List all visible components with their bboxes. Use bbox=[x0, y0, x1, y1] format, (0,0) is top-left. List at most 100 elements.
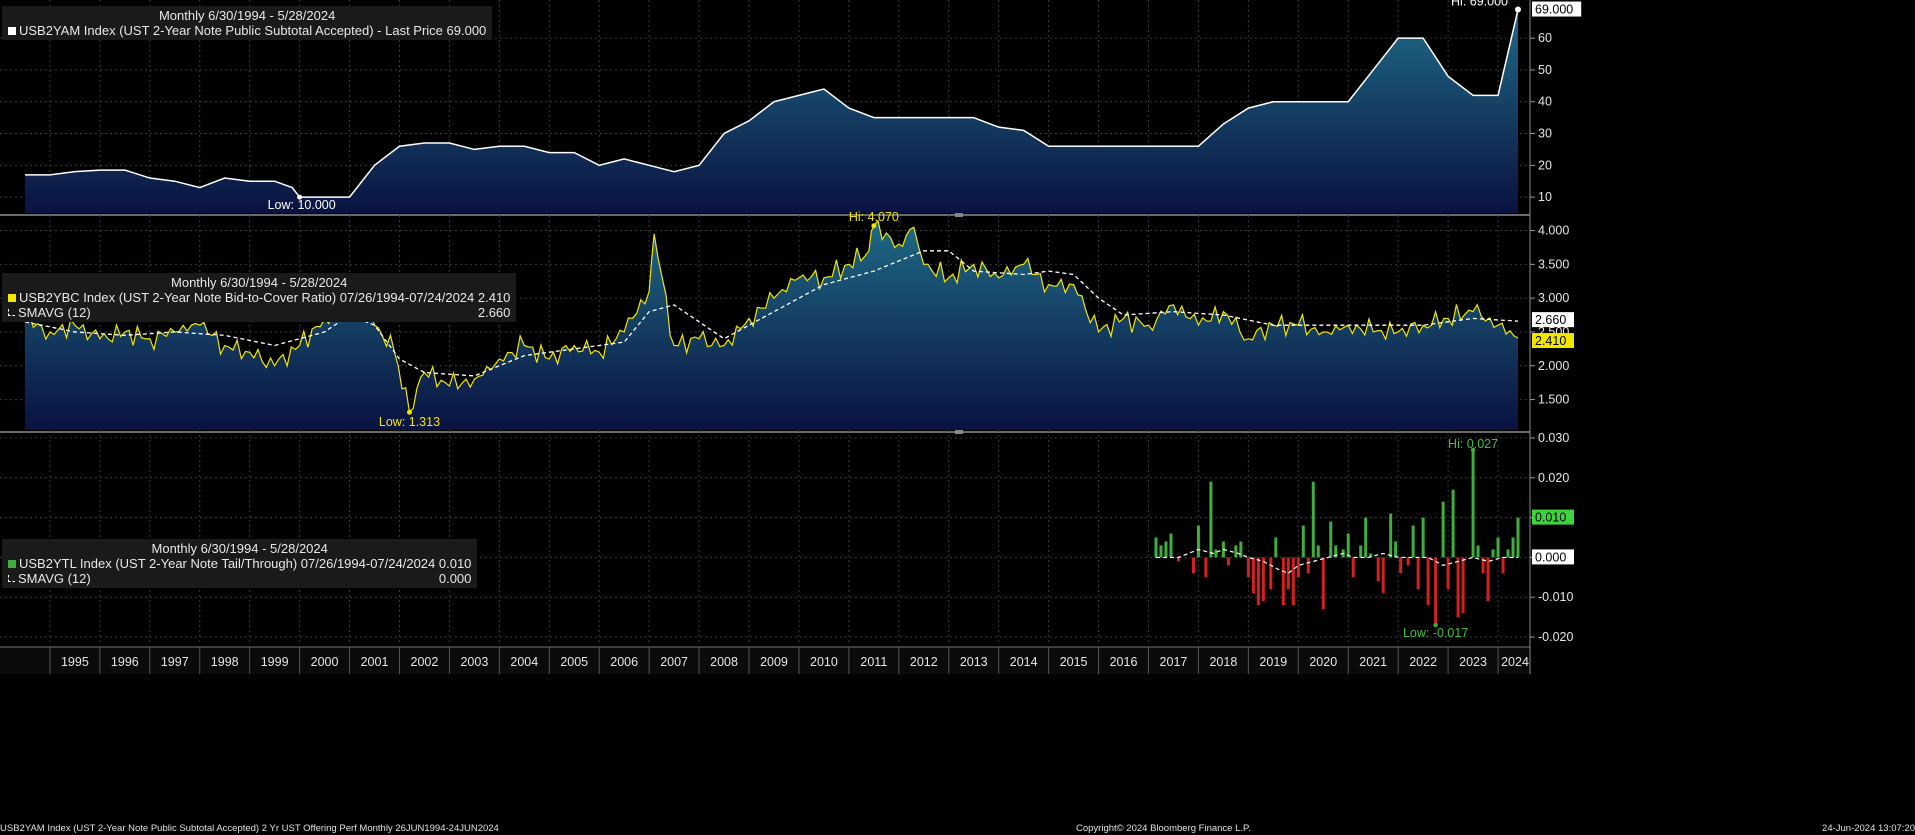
tail-bar bbox=[1321, 557, 1325, 610]
tail-bar bbox=[1461, 557, 1465, 614]
x-tick-label: 2011 bbox=[860, 655, 887, 669]
x-tick-label: 2010 bbox=[810, 655, 838, 669]
tail-bar bbox=[1251, 557, 1255, 594]
tail-bar bbox=[1364, 517, 1368, 558]
panel3-sma-value: 0.000 bbox=[438, 571, 472, 586]
tail-bar bbox=[1476, 545, 1480, 558]
tail-bar bbox=[1274, 537, 1278, 558]
tail-bar bbox=[1316, 545, 1320, 558]
tail-bar bbox=[1376, 557, 1380, 582]
tail-bar bbox=[1261, 557, 1265, 602]
y-tick-label: 30 bbox=[1538, 127, 1552, 141]
tail-bar bbox=[1446, 557, 1450, 590]
x-tick-label: 2017 bbox=[1160, 655, 1188, 669]
tail-bar bbox=[1451, 489, 1455, 558]
tail-bar bbox=[1406, 557, 1410, 566]
tail-bar bbox=[1421, 517, 1425, 558]
tail-bar bbox=[1301, 525, 1305, 558]
white-series-swatch bbox=[8, 26, 16, 35]
low-marker bbox=[406, 409, 412, 415]
tail-bar bbox=[1281, 557, 1285, 606]
x-tick-label: 2012 bbox=[910, 655, 938, 669]
x-tick-label: 2023 bbox=[1459, 655, 1487, 669]
tail-bar bbox=[1511, 537, 1515, 558]
tail-bar bbox=[1209, 481, 1213, 558]
panel2-hi-label: Hi: 4.070 bbox=[849, 210, 899, 224]
tail-bar bbox=[1486, 557, 1490, 602]
tail-bar bbox=[1351, 557, 1355, 578]
tail-bar bbox=[1169, 533, 1173, 558]
tail-bar bbox=[1306, 557, 1310, 574]
x-tick-label: 1997 bbox=[161, 655, 189, 669]
panel3-last-badge: 0.010 bbox=[1535, 511, 1566, 525]
x-tick-label: 2018 bbox=[1209, 655, 1237, 669]
x-tick-label: 2013 bbox=[960, 655, 988, 669]
tail-bar bbox=[1256, 557, 1260, 606]
x-tick-label: 2021 bbox=[1359, 655, 1387, 669]
tail-bar bbox=[1501, 557, 1505, 574]
panel2-series-label: USB2YBC Index (UST 2-Year Note Bid-to-Co… bbox=[19, 290, 511, 305]
tail-bar bbox=[1516, 517, 1520, 558]
tail-bar bbox=[1234, 545, 1238, 558]
tail-bar bbox=[1164, 541, 1168, 558]
tail-bar bbox=[1426, 557, 1430, 606]
panel3-sma-label: SMAVG (12) bbox=[18, 571, 91, 586]
tail-bar bbox=[1411, 525, 1415, 558]
y-tick-label: 10 bbox=[1538, 190, 1552, 204]
panel1-legend: Monthly 6/30/1994 - 5/28/2024 USB2YAM In… bbox=[2, 6, 493, 40]
panel3-title: Monthly 6/30/1994 - 5/28/2024 bbox=[151, 541, 328, 556]
x-tick-label: 2016 bbox=[1110, 655, 1138, 669]
sma-swatch bbox=[8, 575, 15, 582]
y-tick-label: -0.010 bbox=[1538, 590, 1573, 604]
y-tick-label: 50 bbox=[1538, 63, 1552, 77]
tail-bar bbox=[1359, 545, 1363, 558]
tail-bar bbox=[1269, 557, 1273, 590]
y-tick-label: 0.020 bbox=[1538, 471, 1569, 485]
panel3-low-label: Low: -0.017 bbox=[1403, 626, 1468, 640]
y-tick-label: 60 bbox=[1538, 31, 1552, 45]
x-tick-label: 2022 bbox=[1409, 655, 1437, 669]
x-tick-label: 2024 bbox=[1501, 655, 1529, 669]
tail-bar bbox=[1239, 541, 1243, 558]
separator-handle bbox=[955, 430, 963, 434]
panel2-title: Monthly 6/30/1994 - 5/28/2024 bbox=[171, 275, 348, 290]
separator-handle bbox=[955, 213, 963, 217]
tail-bar bbox=[1226, 557, 1230, 566]
tail-bar bbox=[1191, 557, 1195, 574]
panel1-title: Monthly 6/30/1994 - 5/28/2024 bbox=[158, 8, 336, 23]
footer-left: USB2YAM Index (UST 2-Year Note Public Su… bbox=[0, 823, 499, 834]
x-tick-label: 2007 bbox=[660, 655, 688, 669]
y-tick-label: 40 bbox=[1538, 95, 1552, 109]
x-tick-label: 2002 bbox=[411, 655, 439, 669]
tail-bar bbox=[1286, 557, 1290, 590]
tail-bar bbox=[1394, 541, 1398, 558]
tail-bar bbox=[1491, 549, 1495, 558]
tail-bar bbox=[1399, 557, 1403, 574]
bloomberg-chart: 1995 1996 1997 1998 1999 2000 2001 2002 2003 2004… bbox=[0, 0, 1915, 835]
x-tick-label: 1996 bbox=[111, 655, 139, 669]
y-tick-label: 4.000 bbox=[1538, 224, 1569, 238]
tail-bar bbox=[1434, 557, 1438, 626]
x-tick-label: 2004 bbox=[510, 655, 538, 669]
x-tick-label: 2019 bbox=[1259, 655, 1287, 669]
tail-bar bbox=[1246, 557, 1250, 578]
sma-swatch bbox=[8, 309, 15, 316]
tail-bar bbox=[1416, 557, 1420, 590]
tail-bar bbox=[1214, 549, 1218, 558]
tail-bar bbox=[1159, 545, 1163, 558]
y-tick-label: 3.000 bbox=[1538, 291, 1569, 305]
hi-marker bbox=[1515, 6, 1522, 13]
panel1-last-badge: 69.000 bbox=[1535, 3, 1573, 17]
x-tick-label: 1995 bbox=[61, 655, 89, 669]
x-tick-label: 2014 bbox=[1010, 655, 1038, 669]
tail-bar bbox=[1441, 501, 1445, 558]
panel2-sma-value: 2.660 bbox=[477, 305, 511, 320]
y-tick-label: 1.500 bbox=[1538, 393, 1569, 407]
x-tick-label: 2015 bbox=[1060, 655, 1088, 669]
x-tick-label: 2020 bbox=[1309, 655, 1337, 669]
tail-bar bbox=[1471, 449, 1475, 558]
x-tick-label: 1998 bbox=[211, 655, 239, 669]
panel3-legend: Monthly 6/30/1994 - 5/28/2024 USB2YTL In… bbox=[2, 539, 478, 588]
tail-bar bbox=[1389, 513, 1393, 558]
panel1-low-label: Low: 10.000 bbox=[268, 198, 336, 212]
